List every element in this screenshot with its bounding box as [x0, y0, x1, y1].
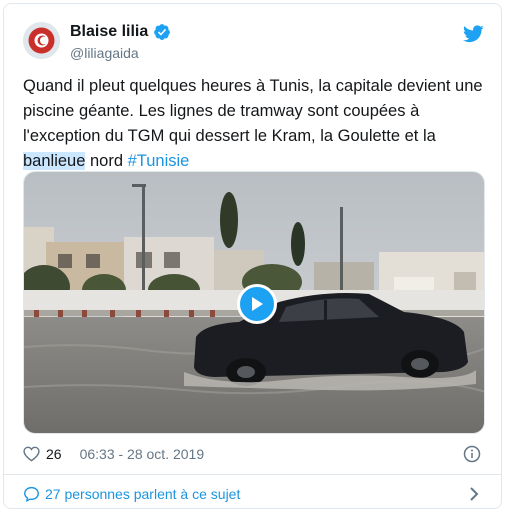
- author-handle[interactable]: @liliagaida: [70, 45, 139, 61]
- tweet-timestamp[interactable]: 06:33 - 28 oct. 2019: [80, 446, 205, 462]
- like-count[interactable]: 26: [46, 446, 62, 462]
- heart-icon[interactable]: [23, 446, 40, 462]
- author-avatar[interactable]: [23, 22, 60, 59]
- comment-icon: [24, 486, 39, 502]
- tweet-text-highlight: banlieue: [23, 152, 86, 170]
- info-icon[interactable]: [463, 445, 481, 463]
- tweet-text: Quand il pleut quelques heures à Tunis, …: [23, 74, 485, 174]
- chevron-right-icon[interactable]: [468, 486, 480, 502]
- conversation-label: 27 personnes parlent à ce sujet: [45, 486, 241, 502]
- play-icon: [252, 297, 263, 311]
- author-name[interactable]: Blaise lilia: [70, 23, 171, 41]
- play-button[interactable]: [237, 284, 277, 324]
- twitter-bird-icon[interactable]: [463, 25, 484, 43]
- tweet-text-part1: Quand il pleut quelques heures à Tunis, …: [23, 77, 483, 145]
- conversation-link[interactable]: 27 personnes parlent à ce sujet: [23, 484, 240, 504]
- hashtag-link[interactable]: #Tunisie: [128, 152, 190, 170]
- video-player[interactable]: [23, 171, 485, 434]
- footer-divider: [4, 474, 501, 475]
- author-name-text: Blaise lilia: [70, 23, 149, 40]
- verified-badge-icon: [154, 24, 171, 40]
- tweet-card: Blaise lilia @liliagaida Quand il pleut …: [3, 3, 502, 509]
- tweet-meta: 26 06:33 - 28 oct. 2019: [23, 444, 204, 464]
- tweet-text-part2: nord: [85, 152, 128, 170]
